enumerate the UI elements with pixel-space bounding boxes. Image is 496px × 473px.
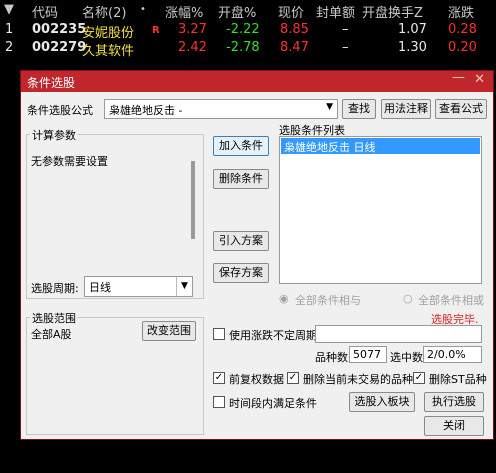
turnover: 1.30 [398,40,427,55]
uncertain-period-label[interactable]: 使用涨跌不定周期 [229,327,317,343]
calc-params-title: 计算参数 [30,127,78,143]
diff: 0.20 [448,40,477,55]
pre-adjust-checkbox[interactable]: ✓ [213,372,225,384]
margin-flag: R [152,25,160,36]
formula-select[interactable]: 枭雄绝地反击 - ▼ [104,99,338,119]
stock-name: 久其软件 [82,44,135,59]
price: 8.47 [280,40,309,55]
col-open[interactable]: 开盘% [218,2,256,21]
count-label: 品种数 [315,351,348,364]
delete-st-label[interactable]: 删除ST品种 [429,371,487,387]
col-dot: • [140,4,146,15]
dialog-title: 条件选股 [27,76,76,90]
open-pct: -2.78 [226,40,260,55]
pre-adjust-label[interactable]: 前复权数据 [229,371,284,387]
save-plan-button[interactable]: 保存方案 [213,263,269,283]
stock-code: 002235 [32,22,87,37]
col-code[interactable]: 代码 [32,2,58,21]
period-value: 日线 [89,281,111,294]
uncertain-period-input[interactable] [315,325,482,343]
view-formula-button[interactable]: 查看公式 [435,99,487,119]
radio-or-icon[interactable]: ○ [403,292,413,305]
close-icon[interactable]: ✕ [474,72,485,87]
seal-amount: – [342,40,349,55]
col-diff[interactable]: 涨跌 [448,2,474,21]
col-turnover[interactable]: 开盘换手Z [362,2,423,21]
import-plan-button[interactable]: 引入方案 [213,231,269,251]
period-label: 选股周期: [31,282,79,295]
change-range-button[interactable]: 改变范围 [142,321,196,341]
chevron-down-icon: ▼ [176,277,192,296]
condition-list-item[interactable]: 枭雄绝地反击 日线 [281,138,480,154]
col-price[interactable]: 现价 [278,2,304,21]
change-pct: 3.27 [178,22,207,37]
delete-st-checkbox[interactable]: ✓ [413,372,425,384]
seal-amount: – [342,22,349,37]
open-pct: -2.22 [226,22,260,37]
radio-and-icon[interactable]: ◉ [279,292,289,305]
selected-value: 2/0.0% [423,346,482,363]
diff: 0.28 [448,22,477,37]
minimize-icon[interactable]: — [452,70,465,85]
no-params-text: 无参数需要设置 [31,155,108,168]
params-scrollbar[interactable] [191,161,195,239]
period-select[interactable]: 日线 ▼ [84,276,193,297]
change-pct: 2.42 [178,40,207,55]
count-value: 5077 [349,346,387,363]
to-board-button[interactable]: 选股入板块 [349,392,415,412]
col-change[interactable]: 涨幅% [165,2,203,21]
run-selection-button[interactable]: 执行选股 [424,392,484,412]
turnover: 1.07 [398,22,427,37]
delete-condition-button[interactable]: 删除条件 [213,169,269,189]
formula-value: 枭雄绝地反击 - [109,104,183,117]
price: 8.85 [280,22,309,37]
dialog-titlebar[interactable]: 条件选股 — ✕ [21,70,493,92]
radio-and-label[interactable]: 全部条件相与 [295,292,361,308]
time-range-checkbox[interactable] [213,396,225,408]
table-row[interactable]: 2 002279 久其软件 2.42 -2.78 8.47 – 1.30 0.2… [0,38,496,59]
formula-label: 条件选股公式 [27,104,93,117]
chevron-down-icon: ▼ [326,102,333,112]
condition-stock-dialog: 条件选股 — ✕ 条件选股公式 枭雄绝地反击 - ▼ 查找 用法注释 查看公式 … [20,70,494,440]
col-seal[interactable]: 封单额 [316,2,355,21]
add-condition-button[interactable]: 加入条件 [213,136,269,156]
usage-note-button[interactable]: 用法注释 [381,99,431,119]
radio-or-label[interactable]: 全部条件相或 [418,292,484,308]
range-title: 选股范围 [30,310,78,326]
table-row[interactable]: 1 002235 安妮股份 R 3.27 -2.22 8.85 – 1.07 0… [0,20,496,41]
delete-untraded-checkbox[interactable]: ✓ [287,372,299,384]
uncertain-period-checkbox[interactable] [213,328,225,340]
row-index: 1 [5,22,14,37]
delete-untraded-label[interactable]: 删除当前未交易的品种 [303,371,413,387]
close-button[interactable]: 关闭 [424,416,484,436]
time-range-label[interactable]: 时间段内满足条件 [229,395,317,411]
col-name[interactable]: 名称(2) [82,2,126,21]
selected-label: 选中数 [390,351,423,364]
sort-arrow-icon[interactable]: ▼ [4,2,14,17]
range-value: 全部A股 [31,328,72,341]
find-button[interactable]: 查找 [342,99,376,119]
stock-code: 002279 [32,40,87,55]
row-index: 2 [5,40,14,55]
condition-list[interactable]: 枭雄绝地反击 日线 [279,136,482,284]
